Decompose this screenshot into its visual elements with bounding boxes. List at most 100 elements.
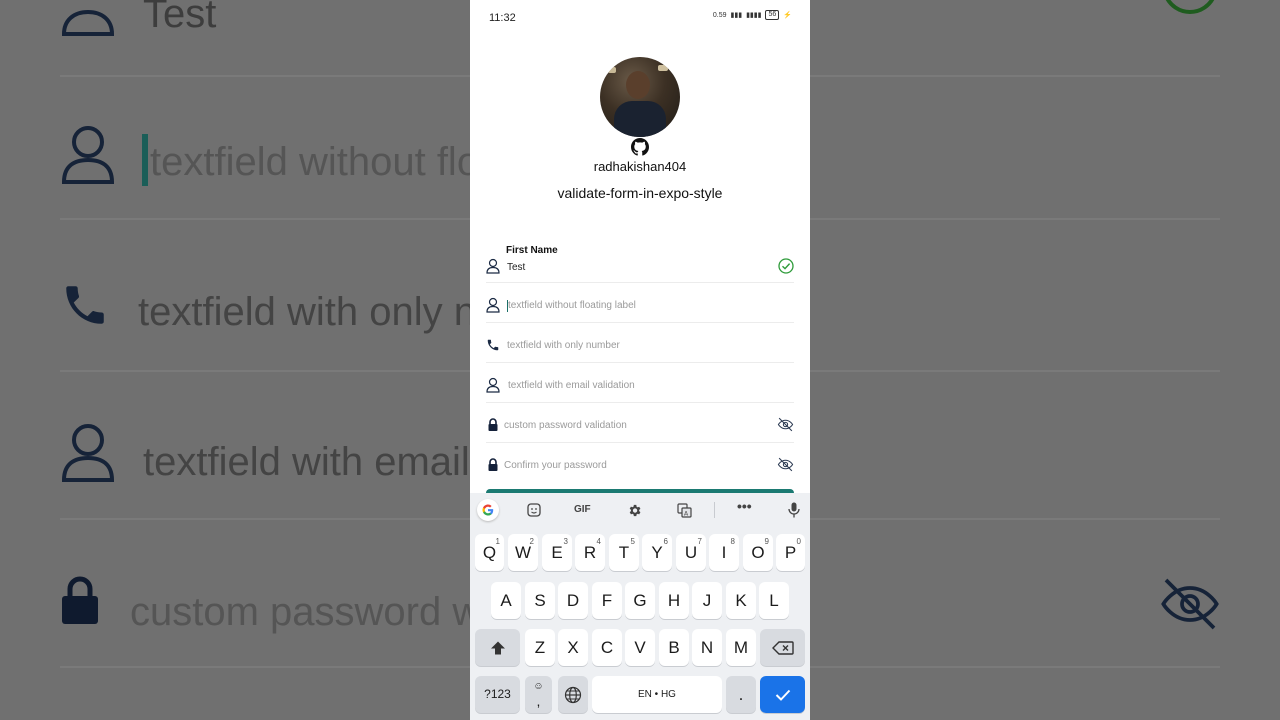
key-o[interactable]: O9 <box>743 534 773 571</box>
person-icon <box>486 377 500 393</box>
battery-icon: 56 <box>765 10 780 20</box>
avatar-detail <box>608 67 616 73</box>
eye-off-icon[interactable] <box>777 456 794 473</box>
keyboard-toolbar: GIF A ••• <box>470 493 810 527</box>
key-t[interactable]: T5 <box>609 534 639 571</box>
key-u[interactable]: U7 <box>676 534 706 571</box>
confirm-password-field[interactable]: Confirm your password <box>486 445 794 483</box>
bg-person-icon <box>61 9 115 36</box>
bg-person-icon <box>61 424 115 482</box>
key-e[interactable]: E3 <box>542 534 572 571</box>
translate-icon[interactable]: A <box>677 503 692 518</box>
number-input[interactable]: textfield with only number <box>507 340 620 351</box>
signal-icon: ▮▮▮▮ <box>746 12 762 19</box>
key-x[interactable]: X <box>558 629 588 666</box>
shift-key[interactable] <box>475 629 520 666</box>
key-hint: 9 <box>764 537 769 546</box>
lock-icon <box>488 458 498 471</box>
key-l[interactable]: L <box>759 582 789 619</box>
charging-icon: ⚡ <box>783 12 792 19</box>
first-name-input[interactable]: Test <box>507 262 525 273</box>
key-f[interactable]: F <box>592 582 622 619</box>
done-key[interactable] <box>760 676 805 713</box>
avatar-detail <box>658 65 668 71</box>
mic-icon[interactable] <box>788 502 800 518</box>
key-m[interactable]: M <box>726 629 756 666</box>
sticker-icon[interactable] <box>527 503 541 517</box>
key-k[interactable]: K <box>726 582 756 619</box>
globe-icon <box>564 686 582 704</box>
key-w[interactable]: W2 <box>508 534 538 571</box>
lock-icon <box>488 418 498 431</box>
key-q[interactable]: Q1 <box>475 534 504 571</box>
bg-cursor <box>142 134 148 186</box>
period-key[interactable]: . <box>726 676 756 713</box>
first-name-field[interactable]: First Name Test <box>486 245 794 283</box>
key-label: Y <box>651 543 663 562</box>
status-time: 11:32 <box>489 12 516 24</box>
confirm-password-input[interactable]: Confirm your password <box>504 460 607 471</box>
key-y[interactable]: Y6 <box>642 534 672 571</box>
person-icon <box>486 297 500 313</box>
bg-eye-off-icon <box>1161 578 1219 630</box>
github-icon[interactable] <box>631 138 649 156</box>
backspace-key[interactable] <box>760 629 805 666</box>
key-a[interactable]: A <box>491 582 521 619</box>
comma-label: , <box>536 693 541 709</box>
key-i[interactable]: I8 <box>709 534 739 571</box>
gif-button[interactable]: GIF <box>574 504 591 515</box>
first-name-label: First Name <box>506 245 558 256</box>
toolbar-divider <box>714 502 715 518</box>
key-j[interactable]: J <box>692 582 722 619</box>
bg-row-text: textfield without flo <box>150 140 480 184</box>
avatar <box>600 57 680 137</box>
no-float-field[interactable]: textfield without floating label <box>486 285 794 323</box>
more-icon[interactable]: ••• <box>737 498 752 514</box>
number-field[interactable]: textfield with only number <box>486 325 794 363</box>
key-c[interactable]: C <box>592 629 622 666</box>
key-hint: 1 <box>495 537 500 546</box>
key-label: R <box>583 543 597 562</box>
key-d[interactable]: D <box>558 582 588 619</box>
key-s[interactable]: S <box>525 582 555 619</box>
shift-icon <box>490 641 505 655</box>
email-field[interactable]: textfield with email validation <box>486 365 794 403</box>
key-g[interactable]: G <box>625 582 655 619</box>
key-hint: 4 <box>596 537 601 546</box>
key-n[interactable]: N <box>692 629 722 666</box>
key-b[interactable]: B <box>659 629 689 666</box>
key-p[interactable]: P0 <box>776 534 805 571</box>
password-input[interactable]: custom password validation <box>504 420 627 431</box>
email-input[interactable]: textfield with email validation <box>508 380 635 391</box>
gear-icon[interactable] <box>627 503 642 518</box>
key-label: P <box>784 543 797 562</box>
google-button[interactable] <box>477 499 499 521</box>
key-hint: 3 <box>563 537 568 546</box>
phone-screen: 11:32 0.59 ▮▮▮ ▮▮▮▮ 56 ⚡ radhakishan404 … <box>470 0 810 720</box>
backspace-icon <box>771 641 794 655</box>
no-float-input[interactable]: textfield without floating label <box>508 300 636 311</box>
signal-icon: ▮▮▮ <box>730 12 743 19</box>
space-key[interactable]: EN • HG <box>592 676 722 713</box>
key-h[interactable]: H <box>659 582 689 619</box>
eye-off-icon[interactable] <box>777 416 794 433</box>
avatar-detail <box>626 71 650 99</box>
emoji-comma-key[interactable]: ☺ , <box>525 676 552 713</box>
person-icon <box>486 258 500 274</box>
key-r[interactable]: R4 <box>575 534 605 571</box>
key-label: Q <box>482 543 497 562</box>
symbols-key[interactable]: ?123 <box>475 676 520 713</box>
key-z[interactable]: Z <box>525 629 555 666</box>
check-icon <box>775 689 790 701</box>
password-field[interactable]: custom password validation <box>486 405 794 443</box>
bg-row-text: textfield with email <box>143 440 470 484</box>
avatar-detail <box>614 101 666 137</box>
key-v[interactable]: V <box>625 629 655 666</box>
key-label: T <box>618 543 630 562</box>
language-key[interactable] <box>558 676 588 713</box>
key-label: U <box>684 543 698 562</box>
keyboard: GIF A ••• Q1 W2 E3 R4 T5 Y6 U7 I8 O9 P 0… <box>470 493 810 720</box>
username[interactable]: radhakishan404 <box>470 159 810 174</box>
key-hint: 6 <box>663 537 668 546</box>
bg-check-icon <box>1165 0 1215 14</box>
